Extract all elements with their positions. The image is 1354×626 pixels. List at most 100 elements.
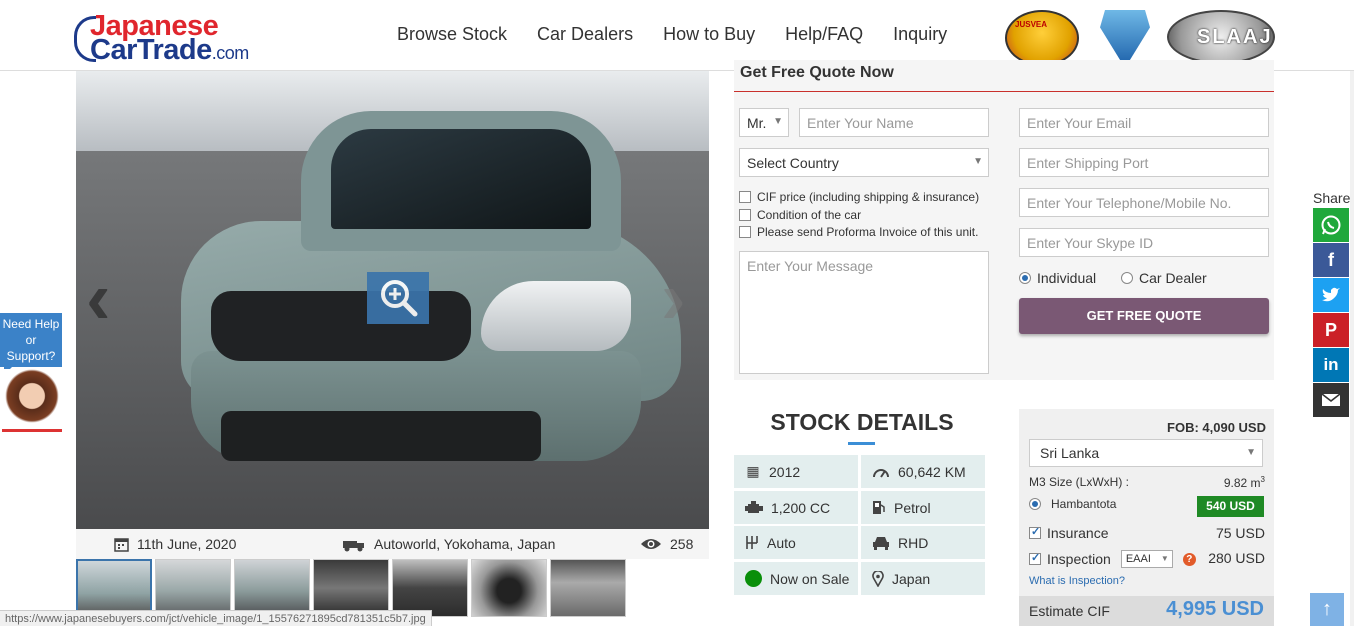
individual-radio[interactable] xyxy=(1019,272,1031,284)
help-line2: or xyxy=(25,333,37,347)
twitter-share-button[interactable] xyxy=(1313,278,1349,312)
browser-status-url: https://www.japanesebuyers.com/jct/vehic… xyxy=(0,610,432,626)
email-share-button[interactable] xyxy=(1313,383,1349,417)
facebook-share-button[interactable]: f xyxy=(1313,243,1349,277)
skype-input[interactable]: Enter Your Skype ID xyxy=(1019,228,1269,257)
inspection-row[interactable]: Inspection EAAI ? 280 USD xyxy=(1029,550,1265,568)
cif-price-checkbox-row[interactable]: CIF price (including shipping & insuranc… xyxy=(739,190,979,204)
page-scrollbar[interactable] xyxy=(1350,71,1354,626)
estimate-cif-value: 4,995 USD xyxy=(1166,598,1264,620)
support-agent-avatar[interactable] xyxy=(2,369,62,432)
country-select[interactable]: Select Country xyxy=(739,148,989,177)
inspection-checkbox[interactable] xyxy=(1029,551,1041,565)
nav-browse-stock[interactable]: Browse Stock xyxy=(397,24,507,45)
thumbnail-strip xyxy=(76,559,626,617)
nav-how-to-buy[interactable]: How to Buy xyxy=(663,24,755,45)
nav-inquiry[interactable]: Inquiry xyxy=(893,24,947,45)
insurance-label: Insurance xyxy=(1047,525,1109,541)
logo-line2: CarTrade.com xyxy=(90,34,249,67)
share-label: Share xyxy=(1313,190,1351,206)
site-logo[interactable]: Japanese CarTrade.com xyxy=(74,8,284,67)
listing-date: 11th June, 2020 xyxy=(137,536,237,552)
what-is-inspection-link[interactable]: What is Inspection? xyxy=(1029,575,1125,587)
jusvea-badge-text: JUSVEA xyxy=(1015,20,1048,29)
proforma-checkbox-row[interactable]: Please send Proforma Invoice of this uni… xyxy=(739,225,978,239)
car-windshield xyxy=(331,129,591,229)
car-grille xyxy=(211,291,471,361)
insurance-value: 75 USD xyxy=(1215,525,1265,541)
port-radio[interactable] xyxy=(1029,498,1041,510)
salutation-select[interactable]: Mr. xyxy=(739,108,789,137)
email-input[interactable]: Enter Your Email xyxy=(1019,108,1269,137)
engine-icon xyxy=(745,500,763,513)
fob-price: FOB: 4,090 USD xyxy=(1167,420,1266,435)
name-input[interactable]: Enter Your Name xyxy=(799,108,989,137)
proforma-label: Please send Proforma Invoice of this uni… xyxy=(757,225,979,239)
stock-details-title: STOCK DETAILS xyxy=(770,409,954,435)
linkedin-share-button[interactable]: in xyxy=(1313,348,1349,382)
location-info: Autoworld, Yokohama, Japan xyxy=(342,536,555,552)
status-dot-icon xyxy=(745,570,762,587)
get-free-quote-button[interactable]: GET FREE QUOTE xyxy=(1019,298,1269,334)
engine-value: 1,200 CC xyxy=(771,499,831,516)
thumbnail-5[interactable] xyxy=(392,559,468,617)
whatsapp-share-button[interactable] xyxy=(1313,208,1349,242)
thumbnail-3[interactable] xyxy=(234,559,310,617)
thumbnail-4[interactable] xyxy=(313,559,389,617)
steering-cell: RHD xyxy=(861,526,985,559)
insurance-row[interactable]: Insurance 75 USD xyxy=(1029,525,1265,541)
fuel-value: Petrol xyxy=(894,499,931,516)
zoom-button[interactable] xyxy=(367,272,429,324)
zoom-in-icon xyxy=(381,280,418,317)
main-vehicle-photo[interactable]: ‹ › xyxy=(76,71,709,529)
prev-image-arrow-icon[interactable]: ‹ xyxy=(86,261,111,335)
individual-label: Individual xyxy=(1037,270,1097,286)
port-row[interactable]: Hambantota xyxy=(1029,497,1116,511)
car-lower-grille xyxy=(221,411,541,461)
individual-radio-row[interactable]: Individual xyxy=(1019,270,1096,286)
steering-value: RHD xyxy=(898,534,929,551)
auction-location: Autoworld, Yokohama, Japan xyxy=(374,536,556,552)
date-info: 11th June, 2020 xyxy=(114,536,236,552)
car-headlamp xyxy=(481,281,631,351)
engine-cell: 1,200 CC xyxy=(734,491,858,524)
condition-checkbox[interactable] xyxy=(739,209,751,221)
pinterest-share-button[interactable]: P xyxy=(1313,313,1349,347)
thumbnail-7[interactable] xyxy=(550,559,626,617)
condition-label: Condition of the car xyxy=(757,208,862,222)
inspection-agency-select[interactable]: EAAI xyxy=(1120,550,1173,568)
thumbnail-1[interactable] xyxy=(76,559,152,617)
cif-price-checkbox[interactable] xyxy=(739,191,751,203)
photo-info-bar: 11th June, 2020 Autoworld, Yokohama, Jap… xyxy=(76,529,709,559)
destination-country-select[interactable]: Sri Lanka xyxy=(1029,439,1263,467)
price-calculator: FOB: 4,090 USD Sri Lanka M3 Size (LxWxH)… xyxy=(1019,409,1274,626)
scroll-to-top-button[interactable]: ↑ xyxy=(1310,593,1344,626)
shipping-port-input[interactable]: Enter Shipping Port xyxy=(1019,148,1269,177)
map-marker-icon xyxy=(872,570,884,587)
condition-checkbox-row[interactable]: Condition of the car xyxy=(739,208,861,222)
nav-help-faq[interactable]: Help/FAQ xyxy=(785,24,863,45)
cif-price-label: CIF price (including shipping & insuranc… xyxy=(757,190,980,204)
question-icon[interactable]: ? xyxy=(1182,552,1196,566)
inspection-label: Inspection xyxy=(1047,551,1111,567)
thumbnail-2[interactable] xyxy=(155,559,231,617)
dealer-radio-row[interactable]: Car Dealer xyxy=(1121,270,1207,286)
nav-car-dealers[interactable]: Car Dealers xyxy=(537,24,633,45)
linkedin-icon: in xyxy=(1323,355,1339,374)
dealer-label: Car Dealer xyxy=(1139,270,1207,286)
stock-location-cell: Japan xyxy=(861,562,985,595)
message-textarea[interactable]: Enter Your Message xyxy=(739,251,989,374)
car-image xyxy=(181,111,701,511)
insurance-checkbox[interactable] xyxy=(1029,525,1041,539)
next-image-arrow-icon[interactable]: › xyxy=(661,261,686,335)
proforma-checkbox[interactable] xyxy=(739,226,751,238)
calendar-icon: ▦ xyxy=(746,463,760,479)
thumbnail-6[interactable] xyxy=(471,559,547,617)
m3-size-row: M3 Size (LxWxH) : 9.82 m3 xyxy=(1029,475,1265,490)
m3-size-value: 9.82 m xyxy=(1223,476,1261,490)
quote-title-divider xyxy=(734,91,1274,92)
slaaj-badge: SLAAJ xyxy=(1167,10,1275,64)
dealer-radio[interactable] xyxy=(1121,272,1133,284)
phone-input[interactable]: Enter Your Telephone/Mobile No. xyxy=(1019,188,1269,217)
need-help-widget[interactable]: Need Help or Support? xyxy=(0,313,62,375)
